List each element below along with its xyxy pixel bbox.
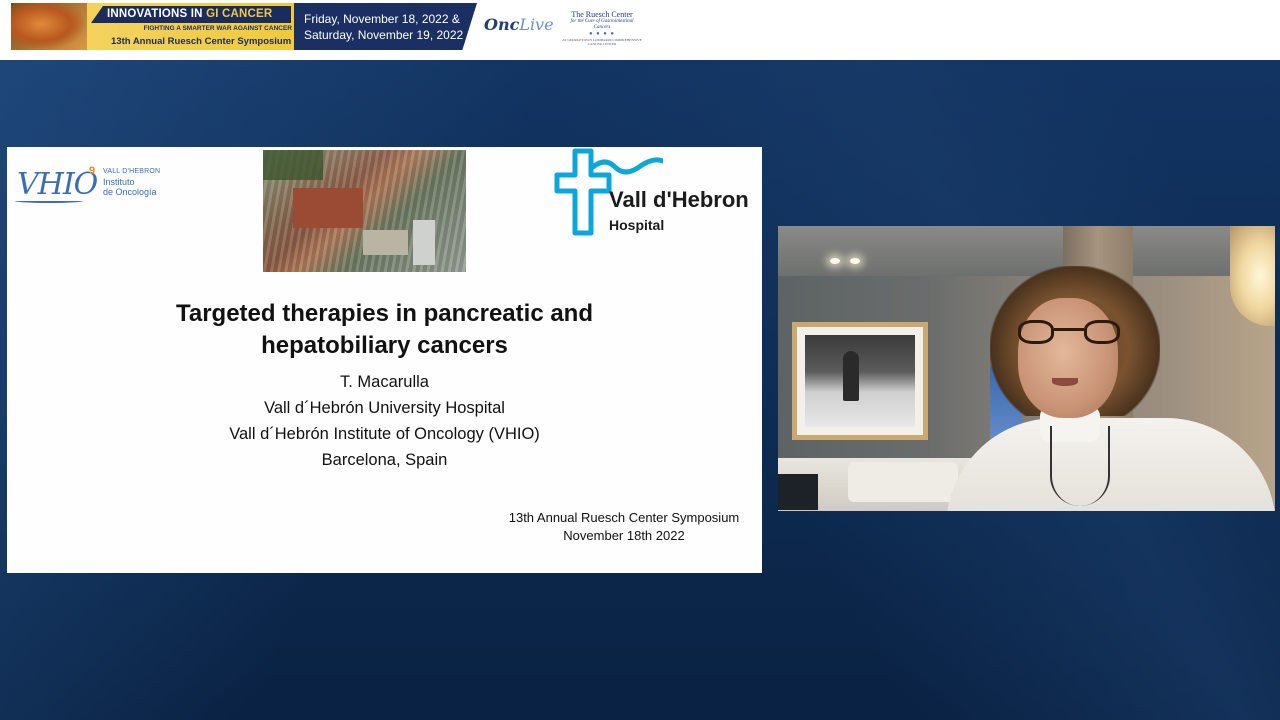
lamp [1230,226,1275,326]
date-line-2: Saturday, November 19, 2022 [304,28,464,42]
speaker-video [778,226,1275,511]
slide-title: Targeted therapies in pancreatic and hep… [175,300,593,359]
event-dates: Friday, November 18, 2022 & Saturday, No… [294,3,477,50]
event-title: INNOVATIONS IN GI CANCER [91,6,291,23]
glasses [1018,320,1054,344]
gi-anatomy-image [11,3,87,50]
event-subtitle: FIGHTING A SMARTER WAR AGAINST CANCER [143,25,292,32]
presenter-info: T. Macarulla Vall d´Hebrón University Ho… [7,369,762,473]
symposium-name: 13th Annual Ruesch Center Symposium [111,36,292,47]
affiliation-institute: Vall d´Hebrón Institute of Oncology (VHI… [229,425,540,443]
headphone-cable [1050,426,1110,506]
date-line-1: Friday, November 18, 2022 & [304,12,460,26]
hospital-sub: Hospital [609,217,665,233]
ruesch-center-logo: The Ruesch Center for the Cure of Gastro… [562,10,642,46]
author: T. Macarulla [340,373,429,391]
vall-dhebron-hospital-logo: Vall d'Hebron Hospital [553,147,763,237]
slide-footer: 13th Annual Ruesch Center Symposium Nove… [508,510,740,543]
gi-cancer-banner: INNOVATIONS IN GI CANCER FIGHTING A SMAR… [11,3,294,50]
onclive-logo: OncLive [484,15,554,34]
vhio-logo: VHIO 9 VALL D'HEBRON Instituto de Oncolo… [15,165,161,203]
affiliation-hospital: Vall d´Hebrón University Hospital [264,399,505,417]
hospital-campus-photo [263,150,466,272]
hospital-name: Vall d'Hebron [609,187,749,212]
location: Barcelona, Spain [321,451,448,469]
event-banner: INNOVATIONS IN GI CANCER FIGHTING A SMAR… [0,0,1280,60]
presentation-slide: VHIO 9 VALL D'HEBRON Instituto de Oncolo… [7,147,762,573]
framed-photo [792,322,928,440]
